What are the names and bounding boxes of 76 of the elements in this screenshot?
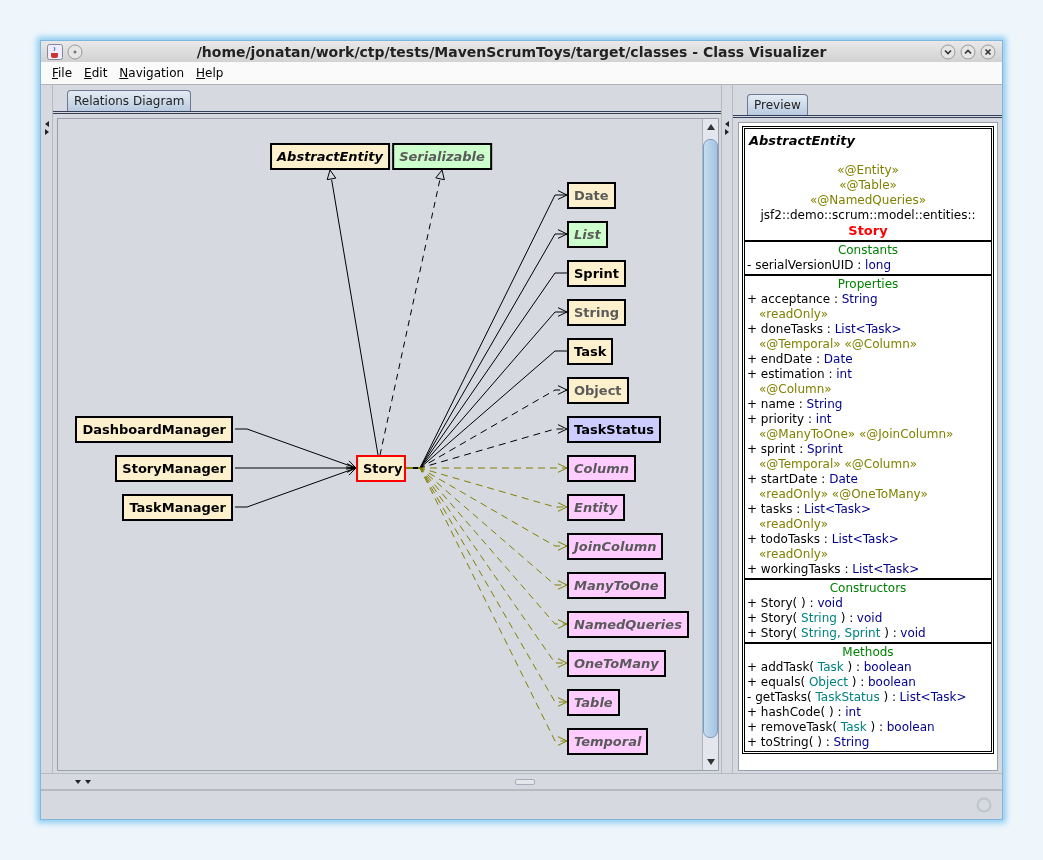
annotation-node[interactable]: ManyToOne	[567, 572, 666, 599]
annotation-label: «@Temporal» «@Column»	[758, 457, 919, 472]
annotation-label: «readOnly»	[758, 517, 829, 532]
method-entry: - getTasks( TaskStatus ) : List<Task>	[747, 690, 968, 705]
class-node[interactable]: DashboardManager	[75, 416, 233, 443]
section-title: Methods	[841, 645, 895, 660]
package-name: jsf2::demo::scrum::model::entities::	[759, 208, 977, 223]
class-node[interactable]: Story	[356, 455, 406, 482]
method-entry: + hashCode( ) : int	[747, 705, 862, 720]
property-entry: + todoTasks : List<Task>	[747, 532, 900, 547]
annotation-label: «readOnly» «@OneToMany»	[758, 487, 929, 502]
method-entry: + toString( ) : String	[747, 735, 871, 750]
property-entry: + acceptance : String	[747, 292, 879, 307]
constructor-entry: + Story( String, Sprint ) : void	[747, 626, 927, 641]
maximize-icon[interactable]	[960, 43, 976, 60]
minimize-icon[interactable]	[940, 43, 956, 60]
property-entry: + name : String	[747, 397, 844, 412]
property-entry: + priority : int	[747, 412, 833, 427]
class-name: Story	[847, 223, 889, 238]
interface-node[interactable]: List	[567, 221, 608, 248]
annotation-node[interactable]: OneToMany	[567, 650, 666, 677]
stereotype-label: «@Table»	[838, 178, 898, 193]
window-title: /home/jonatan/work/ctp/tests/MavenScrumToys/target/classes - Class Visualizer	[195, 43, 828, 60]
class-node[interactable]: Sprint	[567, 260, 626, 287]
property-entry: + doneTasks : List<Task>	[747, 322, 903, 337]
constructor-entry: + Story( ) : void	[747, 596, 844, 611]
method-entry: + removeTask( Task ) : boolean	[747, 720, 936, 735]
constructor-entry: + Story( String ) : void	[747, 611, 884, 626]
superclass-name: AbstractEntity	[747, 132, 857, 148]
annotation-label: «@Column»	[758, 382, 833, 397]
class-node[interactable]: Object	[567, 377, 629, 404]
stereotype-label: «@NamedQueries»	[808, 193, 927, 208]
annotation-node[interactable]: Temporal	[567, 728, 649, 755]
class-node[interactable]: StoryManager	[115, 455, 233, 482]
splitter-handle[interactable]	[515, 778, 535, 785]
property-entry: + tasks : List<Task>	[747, 502, 873, 517]
annotation-node[interactable]: Table	[567, 689, 620, 716]
section-title: Constructors	[828, 581, 908, 596]
class-node[interactable]: TaskManager	[122, 494, 233, 521]
annotation-node[interactable]: JoinColumn	[567, 533, 664, 560]
scroll-up-icon[interactable]	[705, 123, 716, 131]
diagram-tab[interactable]: Relations Diagram	[67, 90, 192, 111]
close-icon[interactable]	[980, 43, 996, 60]
property-entry: + workingTasks : List<Task>	[747, 562, 921, 577]
annotation-label: «@Temporal» «@Column»	[758, 337, 919, 352]
section-title: Properties	[836, 277, 900, 292]
annotation-node[interactable]: Column	[567, 455, 636, 482]
annotation-label: «readOnly»	[758, 547, 829, 562]
property-entry: + startDate : Date	[747, 472, 859, 487]
expand-arrows-icon[interactable]	[43, 121, 50, 135]
class-node[interactable]: String	[567, 299, 626, 326]
class-node[interactable]: AbstractEntity	[270, 143, 390, 170]
class-node[interactable]: Task	[567, 338, 614, 365]
method-entry: + addTask( Task ) : boolean	[747, 660, 913, 675]
property-entry: + sprint : Sprint	[747, 442, 844, 457]
menu-item[interactable]: Edit	[84, 66, 108, 80]
stereotype-label: «@Entity»	[836, 163, 900, 178]
method-entry: + equals( Object ) : boolean	[747, 675, 917, 690]
property-entry: + endDate : Date	[747, 352, 854, 367]
section-title: Constants	[836, 243, 900, 258]
class-node[interactable]: Date	[567, 182, 616, 209]
enum-node[interactable]: TaskStatus	[567, 416, 661, 443]
annotation-label: «@ManyToOne» «@JoinColumn»	[758, 427, 955, 442]
annotation-node[interactable]: NamedQueries	[567, 611, 689, 638]
scroll-down-icon[interactable]	[705, 758, 716, 766]
menu-item[interactable]: Help	[196, 66, 224, 80]
annotation-label: «readOnly»	[758, 307, 829, 322]
coffee-cup-icon	[47, 43, 63, 60]
property-entry: + estimation : int	[747, 367, 853, 382]
expand-arrows-icon[interactable]	[724, 121, 730, 135]
annotation-node[interactable]: Entity	[567, 494, 625, 521]
preview-tab[interactable]: Preview	[747, 94, 808, 115]
interface-node[interactable]: Serializable	[392, 143, 492, 170]
constant-entry: - serialVersionUID : long	[747, 258, 892, 273]
menu-item[interactable]: File	[52, 66, 73, 80]
menu-item[interactable]: Navigation	[119, 66, 185, 80]
